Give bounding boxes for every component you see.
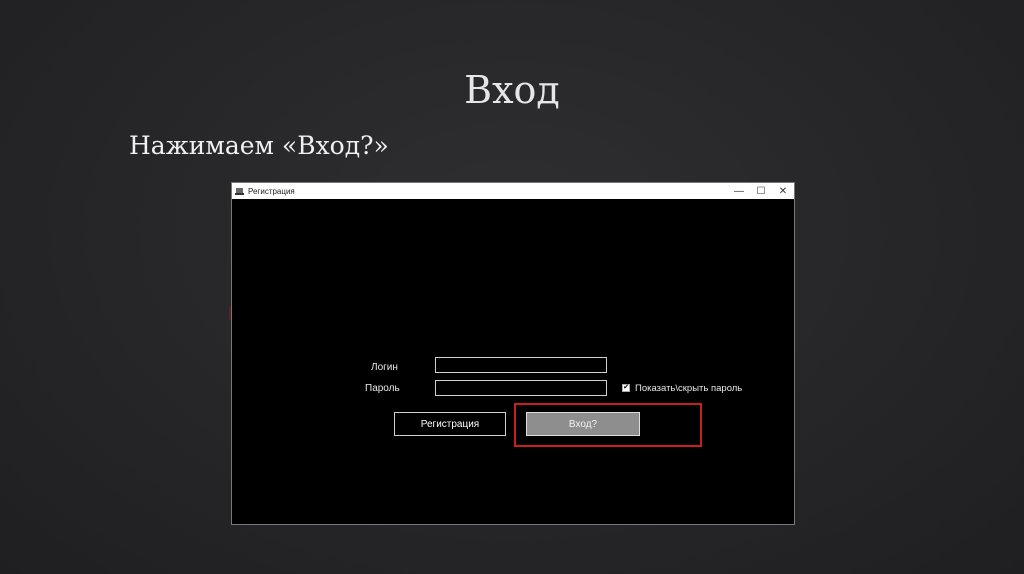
maximize-button[interactable]: ☐	[750, 183, 772, 199]
login-input[interactable]	[435, 357, 607, 373]
minimize-button[interactable]: —	[728, 183, 750, 199]
registration-window: Регистрация — ☐ ✕ Логин Пароль ✔ Показат…	[231, 182, 795, 525]
slide-title: Вход	[464, 68, 560, 112]
password-input[interactable]	[435, 380, 607, 396]
highlight-box	[514, 403, 702, 447]
window-title: Регистрация	[248, 186, 295, 196]
show-password-checkbox[interactable]: ✔	[622, 384, 630, 392]
app-icon	[235, 187, 244, 196]
window-titlebar[interactable]: Регистрация — ☐ ✕	[232, 183, 794, 199]
close-button[interactable]: ✕	[772, 183, 794, 199]
password-label: Пароль	[365, 383, 400, 394]
register-button[interactable]: Регистрация	[394, 412, 506, 436]
show-password-label[interactable]: Показать\скрыть пароль	[635, 383, 742, 394]
login-label: Логин	[371, 362, 398, 373]
slide-subtitle: Нажимаем «Вход?»	[129, 131, 389, 160]
